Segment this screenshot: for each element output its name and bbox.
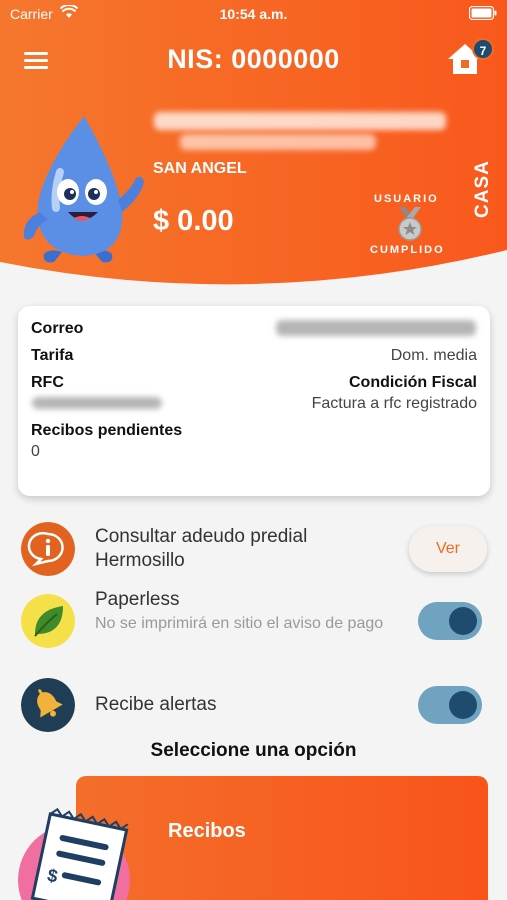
section-title: Seleccione una opción bbox=[150, 740, 357, 761]
leaf-icon bbox=[21, 594, 75, 648]
badge-bottom-label: CUMPLIDO bbox=[370, 244, 445, 256]
location-label: SAN ANGEL bbox=[153, 160, 247, 177]
account-name-redacted bbox=[154, 112, 446, 130]
paperless-title: Paperless bbox=[95, 589, 180, 610]
rfc-value-redacted bbox=[32, 397, 162, 409]
ver-button[interactable]: Ver bbox=[409, 526, 487, 572]
balance-amount: $ 0.00 bbox=[153, 205, 234, 237]
status-bar: Carrier 10:54 a.m. bbox=[0, 0, 507, 28]
status-time: 10:54 a.m. bbox=[219, 6, 288, 22]
account-info-card: Correo Tarifa Dom. media RFC Condición F… bbox=[18, 306, 490, 496]
water-drop-mascot-icon bbox=[23, 116, 144, 263]
tarifa-value: Dom. media bbox=[390, 347, 477, 364]
battery-icon bbox=[469, 6, 497, 20]
paperless-toggle[interactable] bbox=[418, 602, 482, 640]
condicion-fiscal-label: Condición Fiscal bbox=[348, 374, 477, 391]
predial-option-title: Consultar adeudo predial Hermosillo bbox=[95, 526, 308, 571]
recibos-card-subtitle-cut bbox=[168, 893, 468, 900]
notification-badge: 7 bbox=[472, 38, 494, 60]
condicion-fiscal-value: Factura a rfc registrado bbox=[311, 395, 477, 412]
property-type-label: CASA bbox=[472, 160, 493, 218]
page-title: NIS: 0000000 bbox=[167, 44, 340, 74]
receipt-icon: $ bbox=[18, 807, 130, 900]
recibos-card-title: Recibos bbox=[168, 820, 246, 842]
rfc-label: RFC bbox=[31, 374, 64, 391]
paperless-subtitle: No se imprimirá en sitio el aviso de pag… bbox=[95, 615, 384, 632]
correo-label: Correo bbox=[31, 320, 84, 337]
tarifa-label: Tarifa bbox=[31, 347, 74, 364]
alertas-toggle[interactable] bbox=[418, 686, 482, 724]
recibos-pendientes-label: Recibos pendientes bbox=[31, 422, 183, 439]
recibos-card[interactable] bbox=[76, 776, 488, 900]
medal-icon bbox=[398, 207, 422, 241]
badge-top-label: USUARIO bbox=[374, 193, 439, 205]
info-icon bbox=[21, 522, 75, 576]
alertas-title: Recibe alertas bbox=[95, 694, 217, 715]
header: Carrier 10:54 a.m. NIS: 0000000 7 SAN AN… bbox=[0, 0, 507, 300]
bell-icon bbox=[21, 678, 75, 732]
account-name-redacted-line2 bbox=[180, 134, 376, 150]
correo-value-redacted bbox=[276, 320, 476, 336]
recibos-pendientes-value: 0 bbox=[31, 443, 40, 460]
